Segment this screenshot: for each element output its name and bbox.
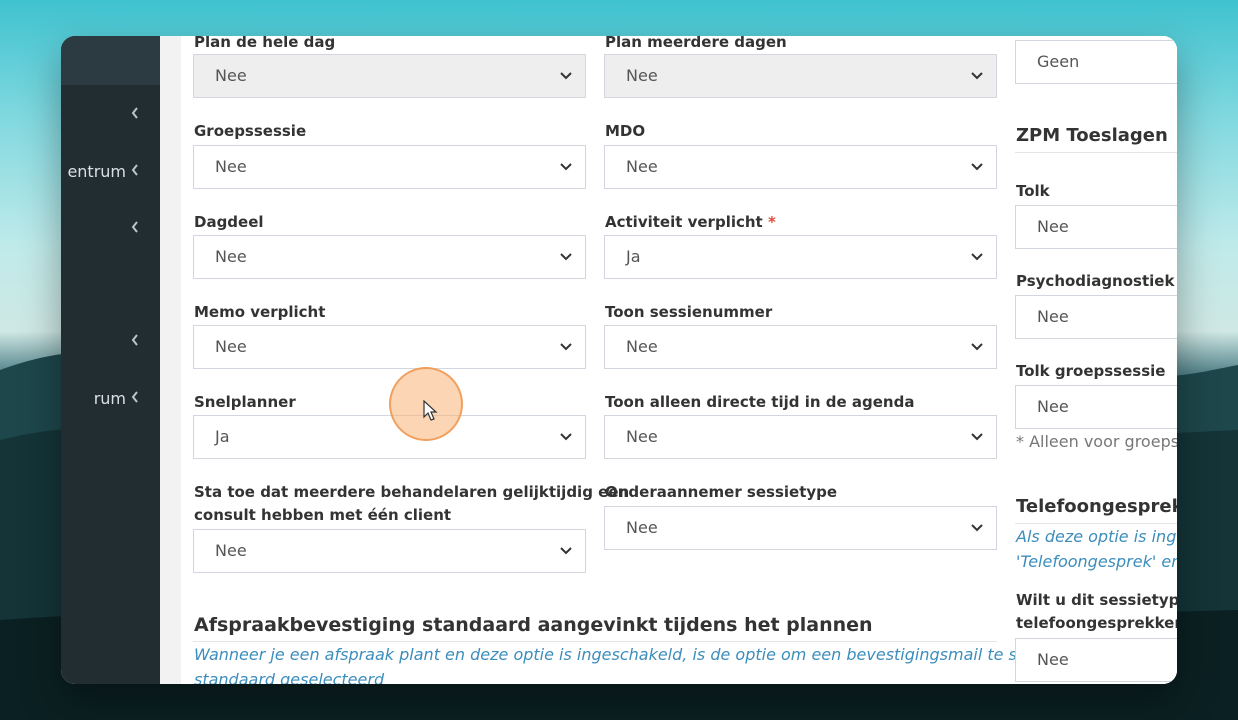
groepssessie-label: Groepssessie	[194, 122, 307, 140]
dagdeel-label: Dagdeel	[194, 213, 264, 231]
zpm-toeslagen-title: ZPM Toeslagen	[1016, 125, 1168, 146]
sidebar: entrum rum	[61, 36, 160, 684]
chevron-down-icon	[560, 433, 572, 441]
toon-directe-tijd-label: Toon alleen directe tijd in de agenda	[605, 393, 915, 411]
activiteit-verplicht-text: Activiteit verplicht	[605, 213, 763, 231]
main-content: Plan de hele dag Nee Groepssessie Nee Da…	[160, 36, 1177, 684]
tolk-select[interactable]: Nee	[1015, 205, 1177, 249]
memo-verplicht-select[interactable]: Nee	[193, 325, 586, 369]
telefoongesprek-title: Telefoongesprek	[1016, 496, 1177, 517]
meerdere-behandelaren-select[interactable]: Nee	[193, 529, 586, 573]
chevron-down-icon	[971, 343, 983, 351]
telefoongesprek-question-line2: telefoongesprekken?	[1016, 614, 1177, 632]
plan-meerdere-dagen-select[interactable]: Nee	[604, 54, 997, 98]
select-value: Nee	[215, 337, 247, 356]
section-divider	[193, 641, 997, 642]
select-value: Nee	[626, 157, 658, 176]
activiteit-verplicht-select[interactable]: Ja	[604, 235, 997, 279]
chevron-left-icon	[131, 391, 138, 403]
psychodiagnostiek-select[interactable]: Nee	[1015, 295, 1177, 339]
onderaannemer-select[interactable]: Nee	[604, 506, 997, 550]
select-value: Nee	[626, 427, 658, 446]
confirmation-help-line2: standaard geselecteerd	[194, 670, 385, 684]
chevron-left-icon	[131, 221, 138, 233]
chevron-down-icon	[971, 433, 983, 441]
chevron-down-icon	[560, 163, 572, 171]
confirmation-help-line1: Wanneer je een afspraak plant en deze op…	[194, 645, 1060, 664]
mouse-pointer-icon	[423, 400, 438, 421]
top-right-select[interactable]: Geen	[1015, 40, 1177, 84]
sidebar-item-5[interactable]: rum	[61, 381, 160, 415]
app-window: entrum rum Plan de hele dag Nee Groepsse…	[61, 36, 1177, 684]
mdo-select[interactable]: Nee	[604, 145, 997, 189]
dagdeel-select[interactable]: Nee	[193, 235, 586, 279]
select-value: Nee	[215, 247, 247, 266]
chevron-down-icon	[971, 72, 983, 80]
meerdere-behandelaren-label-line1: Sta toe dat meerdere behandelaren gelijk…	[194, 483, 630, 501]
chevron-left-icon	[131, 164, 138, 176]
toon-directe-tijd-select[interactable]: Nee	[604, 415, 997, 459]
group-note: * Alleen voor groepsse	[1016, 432, 1177, 451]
required-mark: *	[767, 213, 776, 231]
tolk-groepssessie-select[interactable]: Nee	[1015, 385, 1177, 429]
meerdere-behandelaren-label-line2: consult hebben met één client	[194, 506, 452, 524]
sidebar-item-3[interactable]	[61, 211, 160, 245]
tolk-groepssessie-label: Tolk groepssessie	[1016, 362, 1166, 380]
settings-panel: Plan de hele dag Nee Groepssessie Nee Da…	[181, 36, 1177, 684]
plan-hele-dag-label: Plan de hele dag	[194, 36, 336, 51]
toon-sessienummer-label: Toon sessienummer	[605, 303, 773, 321]
telefoongesprek-question-line1: Wilt u dit sessietype ge	[1016, 591, 1177, 609]
chevron-left-icon	[131, 334, 138, 346]
activiteit-verplicht-label: Activiteit verplicht *	[605, 211, 776, 234]
chevron-down-icon	[560, 343, 572, 351]
groepssessie-select[interactable]: Nee	[193, 145, 586, 189]
confirmation-title: Afspraakbevestiging standaard aangevinkt…	[194, 614, 873, 636]
section-divider	[1015, 523, 1177, 524]
sidebar-item-4[interactable]	[61, 324, 160, 358]
section-divider	[1015, 152, 1177, 153]
select-value: Nee	[1037, 397, 1069, 416]
chevron-down-icon	[971, 524, 983, 532]
select-value: Nee	[215, 157, 247, 176]
select-value: Nee	[626, 66, 658, 85]
mdo-label: MDO	[605, 122, 646, 140]
sidebar-item-2[interactable]: entrum	[61, 154, 160, 188]
select-value: Geen	[1037, 52, 1080, 71]
telefoongesprek-select[interactable]: Nee	[1015, 638, 1177, 682]
tolk-label: Tolk	[1016, 182, 1050, 200]
telefoongesprek-help-line2: 'Telefoongesprek' en w	[1016, 552, 1177, 571]
chevron-down-icon	[971, 253, 983, 261]
memo-verplicht-label: Memo verplicht	[194, 303, 326, 321]
snelplanner-select[interactable]: Ja	[193, 415, 586, 459]
toon-sessienummer-select[interactable]: Nee	[604, 325, 997, 369]
chevron-down-icon	[560, 547, 572, 555]
telefoongesprek-help-line1: Als deze optie is ingesc	[1016, 527, 1177, 546]
select-value: Nee	[1037, 307, 1069, 326]
select-value: Nee	[1037, 217, 1069, 236]
sidebar-header	[61, 36, 160, 85]
plan-meerdere-dagen-label: Plan meerdere dagen	[605, 36, 787, 51]
select-value: Nee	[215, 541, 247, 560]
select-value: Nee	[626, 337, 658, 356]
chevron-down-icon	[560, 253, 572, 261]
sidebar-item-label: entrum	[67, 162, 126, 181]
select-value: Nee	[1037, 650, 1069, 669]
sidebar-item-label: rum	[93, 389, 126, 408]
snelplanner-label: Snelplanner	[194, 393, 296, 411]
select-value: Nee	[626, 518, 658, 537]
chevron-down-icon	[971, 163, 983, 171]
select-value: Ja	[215, 427, 230, 446]
select-value: Ja	[626, 247, 641, 266]
psychodiagnostiek-label: Psychodiagnostiek	[1016, 272, 1175, 290]
onderaannemer-label: Onderaannemer sessietype	[605, 483, 838, 501]
sidebar-item-1[interactable]	[61, 97, 160, 131]
chevron-left-icon	[131, 107, 138, 119]
select-value: Nee	[215, 66, 247, 85]
chevron-down-icon	[560, 72, 572, 80]
plan-hele-dag-select[interactable]: Nee	[193, 54, 586, 98]
